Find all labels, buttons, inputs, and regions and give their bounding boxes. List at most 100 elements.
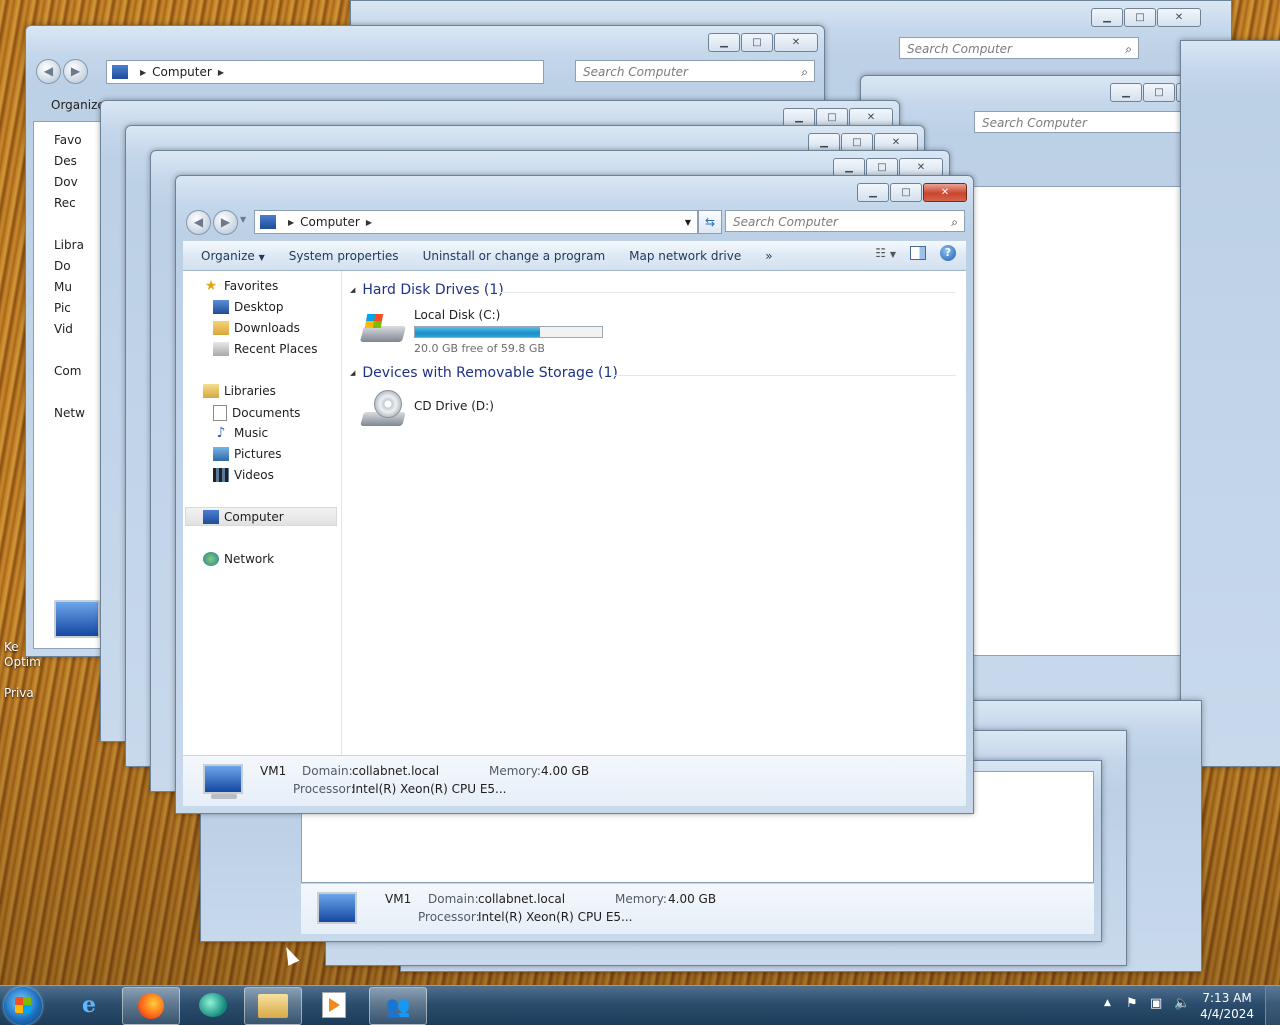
network-tray-icon[interactable]: ▣	[1150, 996, 1162, 1011]
search-input[interactable]: Search Computer ⌕	[974, 111, 1214, 133]
nav-desktop[interactable]: Des	[54, 151, 85, 172]
nav-videos[interactable]: Vid	[54, 319, 85, 340]
nav-favorites[interactable]: Favo	[54, 130, 85, 151]
drive-name: Local Disk (C:)	[414, 308, 501, 322]
desktop-icon-label[interactable]: Priva	[4, 686, 44, 701]
back-button[interactable]: ◀	[186, 210, 211, 235]
more-commands-button[interactable]: »	[753, 249, 784, 263]
clock[interactable]: 7:13 AM 4/4/2024	[1200, 990, 1254, 1022]
nav-documents[interactable]: Do	[54, 256, 85, 277]
nav-item-recent-places[interactable]: Recent Places	[213, 342, 317, 356]
nav-computer[interactable]: Com	[54, 361, 85, 382]
taskbar-windows-explorer[interactable]	[244, 987, 302, 1025]
organize-label: Organize	[201, 248, 255, 263]
desktop-icon-label[interactable]: Optim	[4, 655, 44, 670]
hard-drive-icon	[359, 308, 408, 348]
taskbar-network-users[interactable]: 👥	[369, 987, 427, 1025]
address-bar[interactable]: ▶ Computer ▶ ▼	[254, 210, 698, 234]
nav-downloads[interactable]: Dov	[54, 172, 85, 193]
nav-libraries[interactable]: Libra	[54, 235, 85, 256]
nav-item-documents[interactable]: Documents	[213, 405, 300, 421]
nav-item-network[interactable]: Network	[203, 552, 274, 566]
address-dropdown-icon[interactable]: ▼	[685, 218, 691, 227]
taskbar: e 👥 ▲ ⚑ ▣ 🔈 7:13 AM 4/4/2024	[0, 985, 1280, 1025]
drive-cd-drive-d[interactable]: CD Drive (D:)	[360, 388, 494, 428]
address-bar[interactable]: ▶ Computer ▶	[106, 60, 544, 84]
background-window[interactable]	[1180, 40, 1280, 767]
nav-item-computer[interactable]: Computer	[185, 507, 337, 526]
minimize-button[interactable]: ▁	[708, 33, 740, 52]
start-button[interactable]	[4, 987, 42, 1025]
memory-value: 4.00 GB	[541, 764, 590, 778]
domain-value: collabnet.local	[478, 892, 566, 906]
nav-item-pictures[interactable]: Pictures	[213, 447, 282, 461]
uninstall-program-button[interactable]: Uninstall or change a program	[411, 249, 618, 263]
forward-button[interactable]: ▶	[63, 59, 88, 84]
nav-item-music[interactable]: ♪ Music	[213, 426, 269, 440]
taskbar-media-player[interactable]	[306, 987, 362, 1023]
action-center-flag-icon[interactable]: ⚑	[1126, 996, 1138, 1011]
help-icon[interactable]: ?	[940, 245, 956, 261]
search-input[interactable]: Search Computer ⌕	[725, 210, 965, 232]
nav-item-desktop[interactable]: Desktop	[213, 300, 284, 314]
media-player-icon	[322, 992, 346, 1018]
network-icon	[203, 552, 219, 566]
nav-network[interactable]: Netw	[54, 403, 85, 424]
nav-item-label: Network	[224, 552, 275, 566]
file-pane: ◢ Hard Disk Drives (1) Local Disk (C:) 2…	[342, 271, 966, 755]
memory-label: Memory:	[615, 892, 667, 906]
minimize-button[interactable]: ▁	[1110, 83, 1142, 102]
search-input[interactable]: Search Computer ⌕	[899, 37, 1139, 59]
address-location[interactable]: Computer	[300, 215, 360, 229]
taskbar-chat-app[interactable]	[185, 987, 241, 1023]
nav-music[interactable]: Mu	[54, 277, 85, 298]
maximize-button[interactable]: □	[890, 183, 922, 202]
title-bar[interactable]	[176, 176, 973, 208]
group-header-label: Hard Disk Drives (1)	[362, 282, 504, 298]
maximize-button[interactable]: □	[741, 33, 773, 52]
address-location[interactable]: Computer	[152, 65, 212, 79]
group-header-hard-disk-drives[interactable]: ◢ Hard Disk Drives (1)	[350, 282, 504, 298]
drive-usage-fill	[415, 327, 540, 337]
domain-value: collabnet.local	[352, 764, 440, 778]
nav-item-libraries[interactable]: Libraries	[203, 384, 276, 398]
system-properties-button[interactable]: System properties	[277, 249, 411, 263]
nav-pictures[interactable]: Pic	[54, 298, 85, 319]
search-input[interactable]: Search Computer ⌕	[575, 60, 815, 82]
preview-pane-icon[interactable]	[910, 246, 926, 260]
search-placeholder: Search Computer	[733, 215, 838, 229]
search-icon: ⌕	[951, 215, 958, 229]
minimize-button[interactable]: ▁	[1091, 8, 1123, 27]
nav-item-videos[interactable]: Videos	[213, 468, 274, 482]
map-network-drive-button[interactable]: Map network drive	[617, 249, 753, 263]
back-button[interactable]: ◀	[36, 59, 61, 84]
explorer-window[interactable]: ▁ □ ✕ ◀ ▶ ▼ ▶ Computer ▶ ▼ ⇆ Search Comp…	[175, 175, 974, 814]
nav-item-label: Documents	[232, 406, 301, 420]
taskbar-firefox[interactable]	[122, 987, 180, 1025]
maximize-button[interactable]: □	[1143, 83, 1175, 102]
window-controls: ▁ □ ✕	[708, 33, 818, 52]
computer-icon	[260, 215, 276, 229]
forward-button[interactable]: ▶	[213, 210, 238, 235]
maximize-button[interactable]: □	[1124, 8, 1156, 27]
close-button[interactable]: ✕	[923, 183, 967, 202]
group-header-removable-storage[interactable]: ◢ Devices with Removable Storage (1)	[350, 365, 618, 381]
nav-item-downloads[interactable]: Downloads	[213, 321, 300, 335]
close-button[interactable]: ✕	[774, 33, 818, 52]
nav-item-favorites[interactable]: ★ Favorites	[203, 279, 279, 293]
nav-item-label: Pictures	[234, 447, 282, 461]
taskbar-internet-explorer[interactable]: e	[61, 987, 117, 1023]
show-desktop-button[interactable]	[1265, 986, 1280, 1025]
close-button[interactable]: ✕	[1157, 8, 1201, 27]
change-view-icon[interactable]: ☷ ▼	[875, 246, 896, 260]
nav-recent[interactable]: Rec	[54, 193, 85, 214]
drive-local-disk-c[interactable]: Local Disk (C:) 20.0 GB free of 59.8 GB	[359, 308, 603, 355]
chevron-right-icon[interactable]: ▶	[366, 218, 372, 227]
organize-menu[interactable]: Organize	[51, 98, 105, 112]
organize-button[interactable]: Organize ▼	[183, 249, 277, 263]
show-hidden-icons-button[interactable]: ▲	[1104, 998, 1111, 1008]
recent-pages-dropdown[interactable]: ▼	[240, 215, 246, 224]
volume-muted-icon[interactable]: 🔈	[1174, 996, 1190, 1011]
refresh-icon[interactable]: ⇆	[698, 210, 722, 234]
minimize-button[interactable]: ▁	[857, 183, 889, 202]
